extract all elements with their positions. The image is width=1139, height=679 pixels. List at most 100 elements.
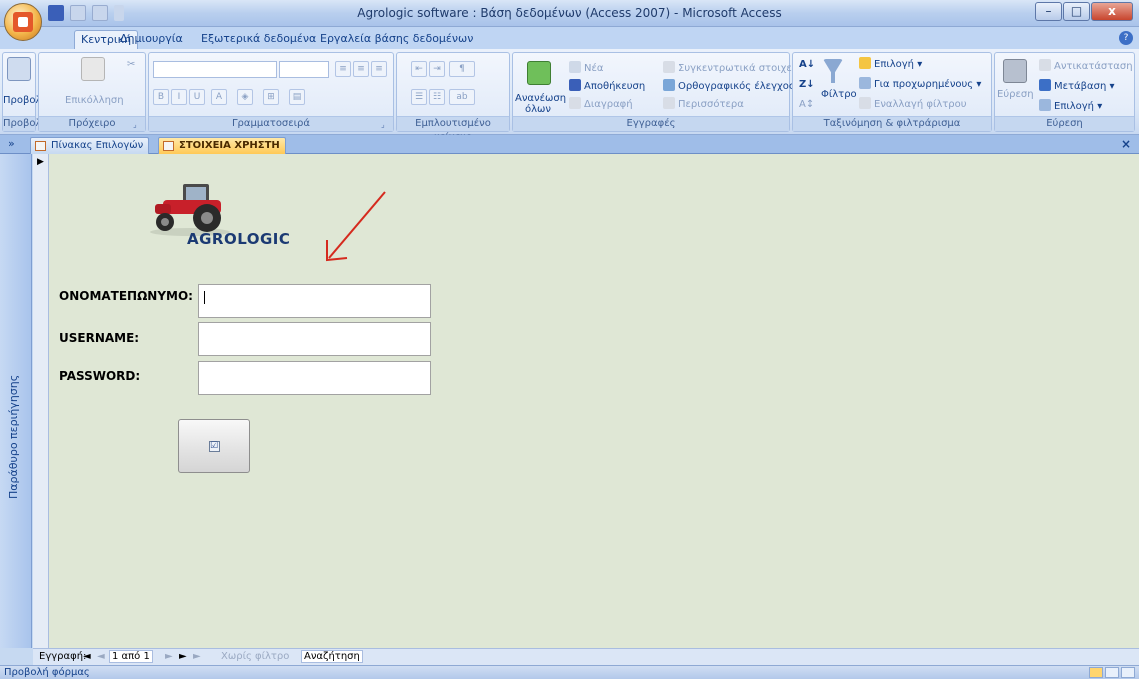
doc-tab-user-details[interactable]: ΣΤΟΙΧΕΙΑ ΧΡΗΣΤΗ xyxy=(158,137,286,154)
cut-icon[interactable]: ✂ xyxy=(127,59,135,70)
spelling-icon xyxy=(663,79,675,91)
goto-button[interactable]: Μετάβαση ▾ xyxy=(1039,79,1115,92)
navigation-pane[interactable]: Παράθυρο περιήγησης xyxy=(0,154,32,648)
doc-tab-options-table[interactable]: Πίνακας Επιλογών xyxy=(30,137,150,154)
username-label: USERNAME: xyxy=(59,331,140,345)
selection-button[interactable]: Επιλογή ▾ xyxy=(859,57,922,70)
record-navigation-bar: Εγγραφή: ◄ ◄ 1 από 1 ► ► ► Χωρίς φίλτρο … xyxy=(33,648,1139,665)
underline-icon[interactable]: U xyxy=(189,89,205,105)
bullets-icon[interactable]: ☰ xyxy=(411,89,427,105)
gridlines-icon[interactable]: ⊞ xyxy=(263,89,279,105)
numbering-icon[interactable]: ☷ xyxy=(429,89,445,105)
group-clipboard: Επικόλληση ✂ Πρόχειρο ⌟ xyxy=(38,52,146,132)
group-sort-filter: A↓ Z↓ A↕ Φίλτρο Επιλογή ▾ Για προχωρημέν… xyxy=(792,52,992,132)
align-right-icon[interactable]: ≡ xyxy=(371,61,387,77)
tab-external-data[interactable]: Εξωτερικά δεδομένα xyxy=(195,30,322,49)
title-bar: Agrologic software : Βάση δεδομένων (Acc… xyxy=(0,0,1139,27)
paste-button[interactable]: Επικόλληση xyxy=(65,95,124,106)
search-input[interactable]: Αναζήτηση xyxy=(301,650,363,663)
selection-icon xyxy=(859,57,871,69)
previous-record-icon[interactable]: ◄ xyxy=(97,651,105,662)
align-left-icon[interactable]: ≡ xyxy=(335,61,351,77)
replace-button[interactable]: Αντικατάσταση xyxy=(1039,59,1133,72)
replace-icon xyxy=(1039,59,1051,71)
dialog-launcher-icon[interactable]: ⌟ xyxy=(381,120,391,130)
password-label: PASSWORD: xyxy=(59,369,141,383)
dialog-launcher-icon[interactable]: ⌟ xyxy=(133,120,143,130)
minimize-button[interactable]: – xyxy=(1035,2,1062,21)
design-view-icon[interactable] xyxy=(1121,667,1135,678)
toggle-filter-button[interactable]: Εναλλαγή φίλτρου xyxy=(859,97,967,110)
clear-sort-icon[interactable]: A↕ xyxy=(799,99,814,110)
form-view-icon[interactable] xyxy=(1089,667,1103,678)
logo-text: AGROLOGIC xyxy=(187,230,291,248)
select-label: Επιλογή xyxy=(1054,101,1095,112)
select-button[interactable]: Επιλογή ▾ xyxy=(1039,99,1102,112)
spelling-button[interactable]: Ορθογραφικός έλεγχος xyxy=(663,79,795,92)
delete-record-button[interactable]: Διαγραφή xyxy=(569,97,633,110)
first-record-icon[interactable]: ◄ xyxy=(83,651,91,662)
indent-increase-icon[interactable]: ⇥ xyxy=(429,61,445,77)
office-button[interactable] xyxy=(4,3,42,41)
record-position-input[interactable]: 1 από 1 xyxy=(109,650,153,663)
fill-color-icon[interactable]: ◈ xyxy=(237,89,253,105)
expand-nav-icon[interactable]: » xyxy=(8,137,15,150)
font-name-field[interactable] xyxy=(153,61,277,78)
more-button[interactable]: Περισσότερα xyxy=(663,97,744,110)
ribbon: Προβολή Προβολές Επικόλληση ✂ Πρόχειρο ⌟… xyxy=(0,49,1139,143)
username-input[interactable] xyxy=(198,322,431,356)
password-input[interactable] xyxy=(198,361,431,395)
new-record-icon[interactable]: ► xyxy=(193,651,201,662)
save-record-button[interactable]: Αποθήκευση xyxy=(569,79,645,92)
paragraph-direction-icon[interactable]: ¶ xyxy=(449,61,475,77)
group-label: Ταξινόμηση & φιλτράρισμα xyxy=(793,116,991,131)
align-center-icon[interactable]: ≡ xyxy=(353,61,369,77)
advanced-icon xyxy=(859,77,871,89)
font-color-icon[interactable]: A xyxy=(211,89,227,105)
delete-label: Διαγραφή xyxy=(584,99,633,110)
arrow-right-icon xyxy=(1039,79,1051,91)
totals-button[interactable]: Συγκεντρωτικά στοιχεία xyxy=(663,61,802,74)
font-size-field[interactable] xyxy=(279,61,329,78)
save-icon xyxy=(569,79,581,91)
italic-icon[interactable]: I xyxy=(171,89,187,105)
alternate-fill-icon[interactable]: ▤ xyxy=(289,89,305,105)
find-button[interactable]: Εύρεση xyxy=(997,89,1034,100)
tab-create[interactable]: Δημιουργία xyxy=(114,30,189,49)
replace-label: Αντικατάσταση xyxy=(1054,61,1133,72)
tab-database-tools[interactable]: Εργαλεία βάσης δεδομένων xyxy=(314,30,479,49)
close-document-icon[interactable]: × xyxy=(1121,137,1131,151)
filter-button[interactable]: Φίλτρο xyxy=(821,89,857,100)
group-label: Εύρεση xyxy=(995,116,1134,131)
record-selector[interactable]: ▶ xyxy=(33,154,49,648)
sort-ascending-icon[interactable]: A↓ xyxy=(799,59,815,70)
close-button[interactable]: x xyxy=(1091,2,1133,21)
last-record-icon[interactable]: ► xyxy=(179,651,187,662)
view-switcher xyxy=(1089,667,1135,678)
sort-descending-icon[interactable]: Z↓ xyxy=(799,79,815,90)
highlight-icon[interactable]: ab xyxy=(449,89,475,105)
more-icon xyxy=(663,97,675,109)
group-label: Προβολές xyxy=(3,116,53,131)
filter-status[interactable]: Χωρίς φίλτρο xyxy=(221,651,289,662)
help-icon[interactable]: ? xyxy=(1119,31,1133,45)
spelling-label: Ορθογραφικός έλεγχος xyxy=(678,81,795,92)
group-label: Εγγραφές xyxy=(513,116,789,131)
bold-icon[interactable]: B xyxy=(153,89,169,105)
maximize-button[interactable]: □ xyxy=(1063,2,1090,21)
submit-button[interactable]: ☑ xyxy=(178,419,250,473)
fullname-input[interactable] xyxy=(198,284,431,318)
binoculars-icon xyxy=(1003,59,1027,83)
layout-view-icon[interactable] xyxy=(1105,667,1119,678)
new-record-button[interactable]: Νέα xyxy=(569,61,603,74)
window-title: Agrologic software : Βάση δεδομένων (Acc… xyxy=(357,6,782,20)
refresh-icon xyxy=(527,61,551,85)
advanced-filter-button[interactable]: Για προχωρημένους ▾ xyxy=(859,77,981,90)
doc-tab-label: Πίνακας Επιλογών xyxy=(51,140,144,151)
record-label: Εγγραφή: xyxy=(39,651,87,662)
refresh-all-button[interactable]: Ανανέωση όλων xyxy=(515,93,566,115)
indent-decrease-icon[interactable]: ⇤ xyxy=(411,61,427,77)
next-record-icon[interactable]: ► xyxy=(165,651,173,662)
new-label: Νέα xyxy=(584,63,604,74)
red-arrow-icon xyxy=(326,191,386,262)
